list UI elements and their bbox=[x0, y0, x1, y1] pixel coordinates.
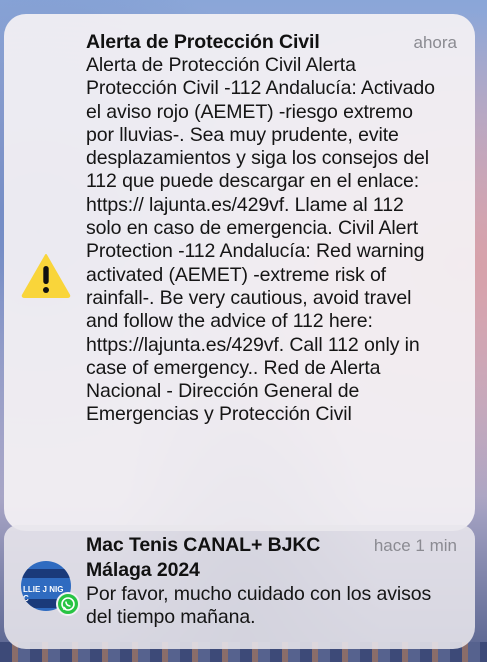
notification-civil-alert[interactable]: Alerta de Protección Civil ahora Alerta … bbox=[4, 14, 475, 531]
notification-title: Mac Tenis CANAL+ BJKC Málaga 2024 bbox=[86, 534, 321, 581]
notification-title: Alerta de Protección Civil bbox=[86, 31, 320, 53]
notification-time: ahora bbox=[413, 33, 457, 52]
notification-body: Alerta de Protección Civil Alerta Protec… bbox=[86, 54, 435, 426]
notification-time: hace 1 min bbox=[373, 536, 457, 555]
notification-body: Por favor, mucho cuidado con los avisos … bbox=[86, 583, 432, 629]
warning-triangle-icon bbox=[21, 254, 71, 298]
notification-whatsapp-message[interactable]: LLIE J NIG C Mac Tenis CANAL+ BJKC Málag… bbox=[4, 525, 475, 649]
whatsapp-icon bbox=[56, 592, 80, 616]
